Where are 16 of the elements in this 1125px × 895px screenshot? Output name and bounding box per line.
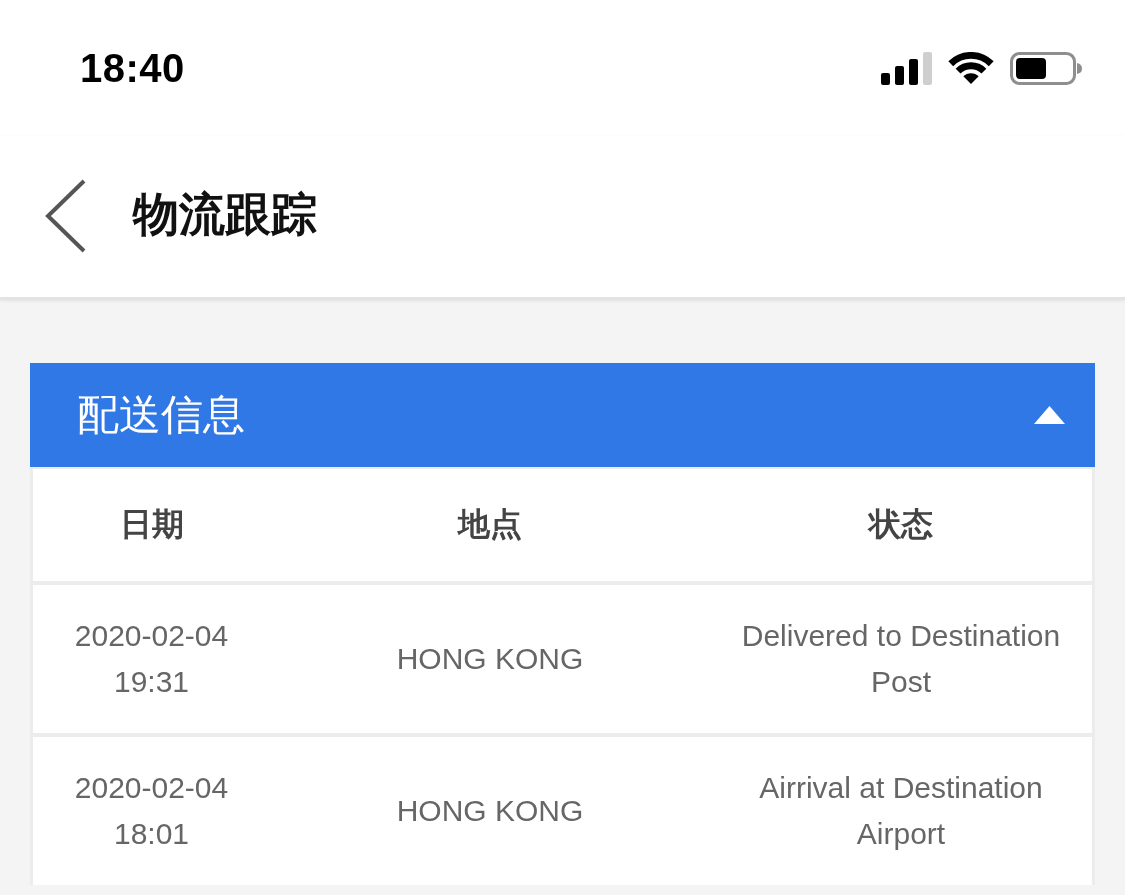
table-cell: 2020-02-04 19:31 xyxy=(33,585,270,733)
status-time: 18:40 xyxy=(80,45,185,91)
wifi-icon xyxy=(948,52,994,84)
section-header[interactable]: 配送信息 xyxy=(30,363,1095,467)
battery-icon xyxy=(1010,51,1082,85)
table-cell: HONG KONG xyxy=(270,585,710,733)
signal-icon xyxy=(881,51,932,85)
table-cell: HONG KONG xyxy=(270,737,710,885)
back-icon[interactable] xyxy=(44,178,86,253)
table-cell: Delivered to Destination Post xyxy=(710,585,1092,733)
column-header: 日期 xyxy=(33,469,270,581)
column-header: 状态 xyxy=(710,469,1092,581)
table-cell: 2020-02-04 18:01 xyxy=(33,737,270,885)
table-cell: Airrival at Destination Airport xyxy=(710,737,1092,885)
column-header: 地点 xyxy=(270,469,710,581)
page-title: 物流跟踪 xyxy=(133,186,317,242)
